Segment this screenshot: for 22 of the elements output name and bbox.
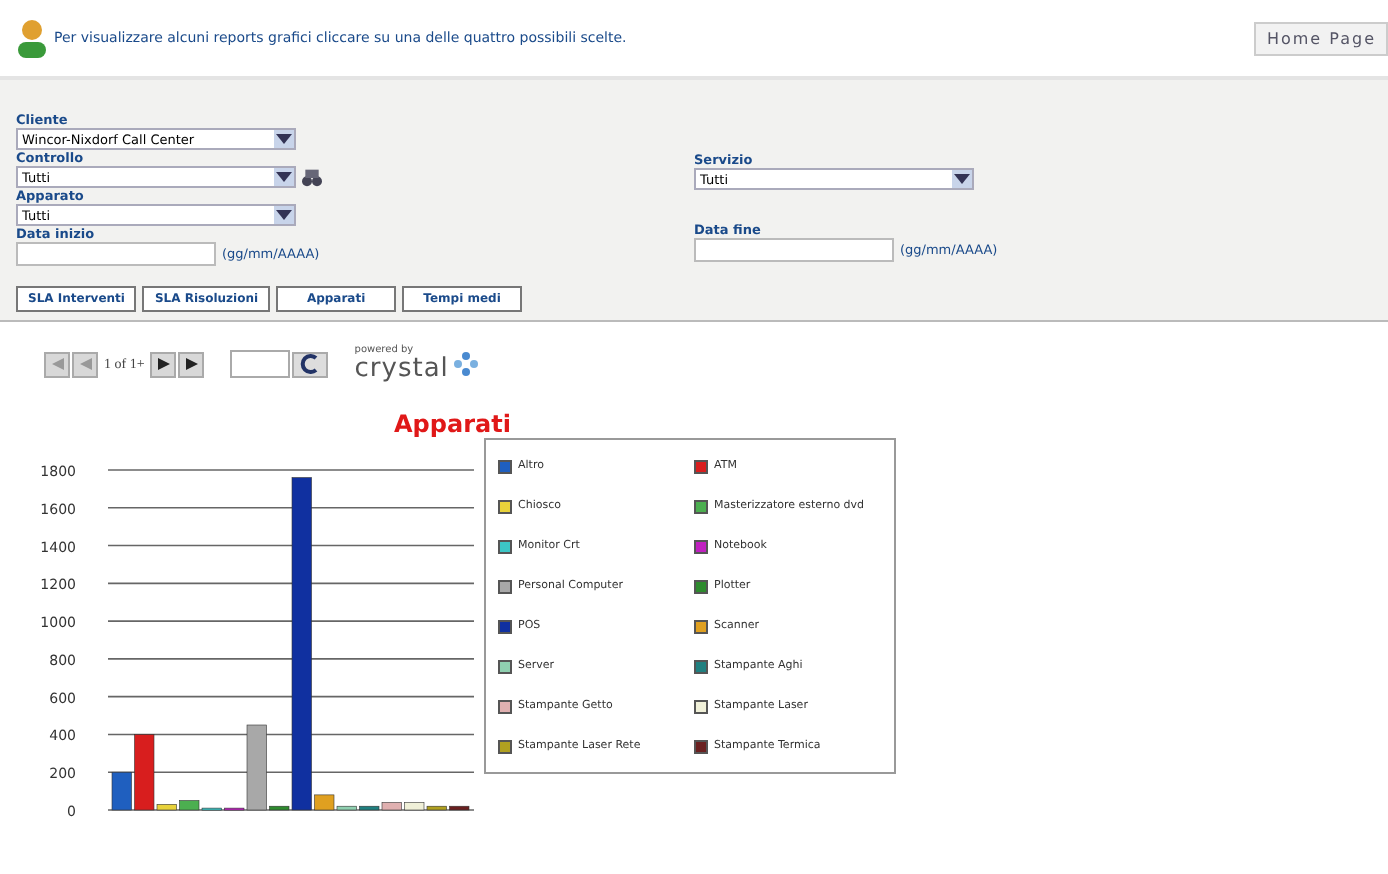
crystal-logo-text: crystal: [354, 356, 449, 382]
caret-icon: [276, 210, 292, 220]
triangle-left-icon: [51, 358, 63, 370]
date-input-field[interactable]: [16, 242, 216, 266]
triangle-left-icon: [79, 358, 91, 370]
triangle-right-icon: [185, 358, 198, 370]
first-page-button[interactable]: [44, 351, 70, 377]
diamond-logo-icon: [454, 352, 479, 376]
next-page-button[interactable]: [150, 351, 177, 377]
user-icon: [16, 18, 48, 58]
page-number-field[interactable]: [230, 350, 291, 378]
caret-icon: [276, 134, 292, 144]
caret-icon: [954, 174, 970, 184]
chart-title: Apparati: [394, 410, 513, 438]
date-input-field[interactable]: [694, 238, 894, 262]
triangle-right-icon: [157, 358, 170, 370]
go-button[interactable]: [292, 351, 329, 377]
home-page-button[interactable]: Home Page: [1254, 21, 1388, 55]
binoculars-icon[interactable]: [302, 167, 322, 187]
last-page-button[interactable]: [178, 351, 205, 377]
previous-page-button[interactable]: [72, 351, 98, 377]
caret-icon: [276, 172, 292, 182]
